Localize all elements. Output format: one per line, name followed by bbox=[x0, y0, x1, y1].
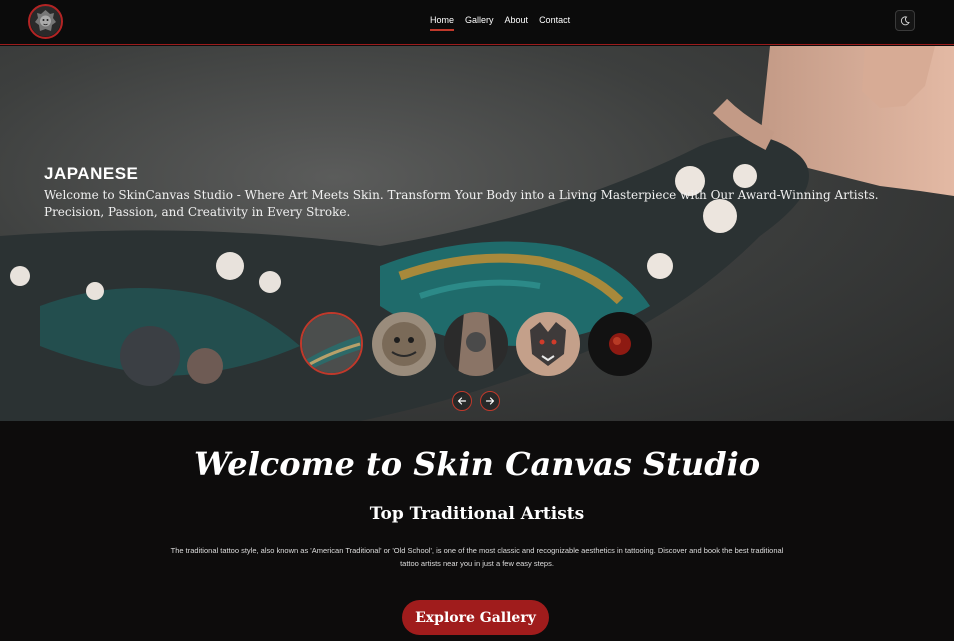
arrow-left-icon bbox=[457, 397, 467, 405]
hero-title: JAPANESE bbox=[44, 164, 139, 183]
site-header: Home Gallery About Contact bbox=[0, 0, 954, 45]
thumbnail-japanese[interactable] bbox=[300, 312, 363, 375]
explore-gallery-button[interactable]: Explore Gallery bbox=[402, 600, 549, 635]
logo[interactable] bbox=[28, 4, 63, 39]
section-subtitle: Top Traditional Artists bbox=[369, 504, 585, 524]
thumbnail-wolf[interactable] bbox=[516, 312, 580, 376]
nav-about[interactable]: About bbox=[505, 15, 529, 29]
thumbnail-blackwork[interactable] bbox=[588, 312, 652, 376]
nav-gallery[interactable]: Gallery bbox=[465, 15, 494, 29]
thumbnail-tiger[interactable] bbox=[372, 312, 436, 376]
nav-contact[interactable]: Contact bbox=[539, 15, 570, 29]
arrow-right-icon bbox=[485, 397, 495, 405]
welcome-heading: Welcome to Skin Canvas Studio bbox=[193, 445, 761, 483]
theme-toggle-button[interactable] bbox=[895, 10, 915, 31]
realism-thumbnail-image bbox=[444, 312, 508, 376]
hero-description: Welcome to SkinCanvas Studio - Where Art… bbox=[44, 188, 879, 219]
blackwork-thumbnail-image bbox=[588, 312, 652, 376]
carousel-prev-button[interactable] bbox=[452, 391, 472, 411]
main-nav: Home Gallery About Contact bbox=[430, 15, 570, 31]
moon-icon bbox=[900, 15, 910, 25]
intro-paragraph: The traditional tattoo style, also known… bbox=[170, 546, 784, 568]
wolf-thumbnail-image bbox=[516, 312, 580, 376]
lion-logo-icon bbox=[30, 6, 61, 37]
thumbnail-realism[interactable] bbox=[444, 312, 508, 376]
carousel-next-button[interactable] bbox=[480, 391, 500, 411]
hero-carousel: JAPANESE Welcome to SkinCanvas Studio - … bbox=[0, 46, 954, 421]
tiger-thumbnail-image bbox=[372, 312, 436, 376]
nav-home[interactable]: Home bbox=[430, 15, 455, 31]
